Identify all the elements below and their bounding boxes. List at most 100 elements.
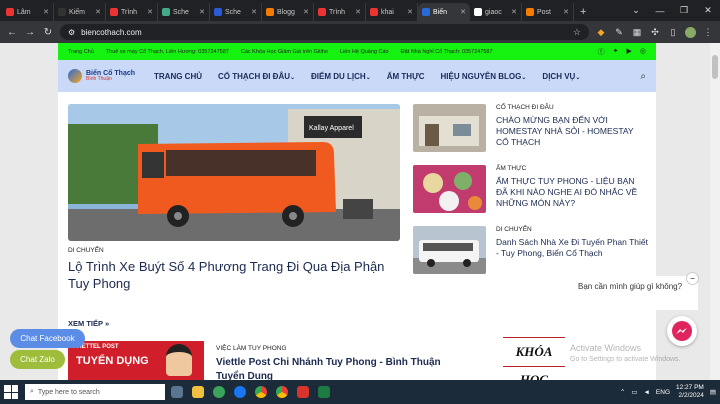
tab-favicon-icon	[266, 8, 274, 16]
side-post-title[interactable]: ẨM THỰC TUY PHONG - LIỆU BẠN ĐÃ KHI NÀO …	[496, 176, 648, 209]
menu-item-diem-du-lich[interactable]: ĐIỂM DU LỊCH⌄	[311, 72, 371, 81]
side-post[interactable]: ẨM THỰC ẨM THỰC TUY PHONG - LIỆU BẠN ĐÃ …	[413, 165, 648, 215]
side-post-category[interactable]: ẨM THỰC	[496, 165, 526, 172]
menu-item-dich-vu[interactable]: DỊCH VỤ⌄	[542, 72, 580, 81]
side-post-category[interactable]: DI CHUYỂN	[496, 226, 532, 233]
tab-search-icon[interactable]: ⌄	[624, 5, 648, 16]
site-info-icon[interactable]: ⚙	[68, 28, 75, 37]
reload-icon[interactable]: ↻	[42, 27, 54, 38]
tab-close-icon[interactable]: ✕	[199, 8, 205, 16]
tab-close-icon[interactable]: ✕	[460, 8, 466, 16]
side-post[interactable]: CỔ THẠCH ĐI ĐÂU CHÀO MỪNG BẠN ĐẾN VỚI HO…	[413, 104, 648, 154]
side-panel-icon[interactable]: ▯	[667, 26, 679, 38]
facebook-icon[interactable]: ⓕ	[598, 47, 605, 57]
chat-zalo-button[interactable]: Chat Zalo	[10, 350, 65, 369]
topbar-link-booking[interactable]: Đặt Nhà Nghỉ Cổ Thạch: 0357247587	[401, 49, 493, 55]
browser-tab[interactable]: Biến ✕	[418, 3, 470, 21]
tab-close-icon[interactable]: ✕	[407, 8, 413, 16]
forward-icon[interactable]: →	[24, 27, 36, 38]
hero-image[interactable]: Kallay Apparel	[68, 104, 400, 241]
browser-tab[interactable]: khai ✕	[366, 3, 418, 21]
extension-fox-icon[interactable]: ◆	[595, 26, 607, 38]
side-post[interactable]: DI CHUYỂN Danh Sách Nhà Xe Đi Tuyến Phan…	[413, 226, 648, 276]
side-post-thumbnail[interactable]	[413, 226, 486, 274]
app-red-icon[interactable]	[294, 383, 312, 401]
facebook-app-icon[interactable]	[231, 383, 249, 401]
bottom-post-title[interactable]: Viettle Post Chi Nhánh Tuy Phong - Bình …	[216, 356, 466, 380]
topbar-link-courses[interactable]: Các Khóa Học Giảm Giá trên Gitiho	[241, 49, 328, 55]
app-green-icon[interactable]	[210, 383, 228, 401]
menu-item-co-thach-di-dau[interactable]: CỔ THẠCH ĐI ĐÂU⌄	[218, 72, 295, 81]
close-window-icon[interactable]: ✕	[696, 5, 720, 16]
side-post-category[interactable]: CỔ THẠCH ĐI ĐÂU	[496, 104, 554, 111]
topbar-link-home[interactable]: Trang Chủ	[68, 49, 94, 55]
tab-close-icon[interactable]: ✕	[355, 8, 361, 16]
messenger-icon[interactable]	[667, 316, 697, 346]
windows-start-icon[interactable]	[4, 385, 18, 399]
hero-title[interactable]: Lộ Trình Xe Buýt Số 4 Phương Trang Đi Qu…	[68, 258, 398, 292]
hero-category[interactable]: DI CHUYỂN	[68, 247, 104, 254]
browser-menu-icon[interactable]: ⋮	[702, 26, 714, 38]
browser-tab[interactable]: Blogg ✕	[262, 3, 314, 21]
browser-tab[interactable]: Lâm ✕	[2, 3, 54, 21]
browser-tab[interactable]: Sche ✕	[210, 3, 262, 21]
tab-close-icon[interactable]: ✕	[563, 8, 569, 16]
scrollbar-thumb[interactable]	[712, 55, 718, 79]
site-logo[interactable]: Biển Cổ Thạch Bình Thuận	[68, 69, 154, 83]
back-icon[interactable]: ←	[6, 27, 18, 38]
page-scrollbar[interactable]	[710, 43, 720, 380]
language-indicator[interactable]: ENG	[656, 389, 670, 396]
browser-tab[interactable]: Post ✕	[522, 3, 574, 21]
notification-icon[interactable]: ▤	[710, 388, 716, 396]
browser-tab[interactable]: Trình ✕	[314, 3, 366, 21]
bookmark-star-icon[interactable]: ☆	[573, 27, 581, 38]
file-explorer-icon[interactable]	[189, 383, 207, 401]
excel-icon[interactable]	[315, 383, 333, 401]
tab-close-icon[interactable]: ✕	[147, 8, 153, 16]
topbar-link-motorbike[interactable]: Thuê xe máy Cổ Thạch, Liên Hương: 035724…	[106, 49, 229, 55]
browser-tab[interactable]: giaoc ✕	[470, 3, 522, 21]
taskbar-search-input[interactable]: ⌕ Type here to search	[25, 384, 165, 400]
new-tab-button[interactable]: +	[574, 3, 592, 21]
topbar-link-ads[interactable]: Liên Hệ Quảng Cáo	[340, 49, 389, 55]
khoa-hoc-banner[interactable]: KHÓA HỌC	[503, 337, 565, 380]
twitter-icon[interactable]: ✦	[613, 47, 619, 57]
menu-item-hieu-nguyen-blog[interactable]: HIỆU NGUYÊN BLOG⌄	[440, 72, 526, 81]
side-post-title[interactable]: CHÀO MỪNG BẠN ĐẾN VỚI HOMESTAY NHÀ SỎI -…	[496, 115, 648, 148]
tray-expand-icon[interactable]: ⌃	[620, 388, 625, 396]
chrome-icon[interactable]	[252, 383, 270, 401]
youtube-icon[interactable]: ▶	[627, 47, 632, 57]
clock[interactable]: 12:27 PM 2/2/2024	[676, 384, 704, 400]
search-icon[interactable]: ⌕	[640, 71, 646, 82]
extensions-puzzle-icon[interactable]: ✣	[649, 26, 661, 38]
bottom-post-thumbnail[interactable]: VIETTEL POST TUYỂN DỤNG	[68, 341, 204, 380]
extension-edit-icon[interactable]: ✎	[613, 26, 625, 38]
browser-tab[interactable]: Trình ✕	[106, 3, 158, 21]
read-more-link[interactable]: XEM TIẾP »	[68, 319, 109, 328]
browser-tab[interactable]: Sche ✕	[158, 3, 210, 21]
tab-close-icon[interactable]: ✕	[511, 8, 517, 16]
network-icon[interactable]: ▭	[631, 388, 637, 396]
extension-grid-icon[interactable]: ▦	[631, 26, 643, 38]
bottom-post-category[interactable]: VIỆC LÀM TUY PHONG	[216, 345, 287, 352]
browser-tab[interactable]: Kiếm ✕	[54, 3, 106, 21]
instagram-icon[interactable]: ◎	[640, 47, 646, 57]
side-post-thumbnail[interactable]	[413, 165, 486, 213]
camera-app-icon[interactable]	[168, 383, 186, 401]
address-bar[interactable]: ⚙ biencothach.com ☆	[60, 24, 589, 40]
tab-close-icon[interactable]: ✕	[303, 8, 309, 16]
maximize-icon[interactable]: ❐	[672, 5, 696, 16]
menu-item-home[interactable]: TRANG CHỦ	[154, 72, 202, 81]
side-post-title[interactable]: Danh Sách Nhà Xe Đi Tuyến Phan Thiết - T…	[496, 237, 648, 259]
chat-facebook-button[interactable]: Chat Facebook	[10, 329, 85, 348]
bubble-close-button[interactable]: −	[686, 272, 699, 285]
tab-close-icon[interactable]: ✕	[95, 8, 101, 16]
volume-icon[interactable]: ◄	[643, 389, 649, 396]
side-post-thumbnail[interactable]	[413, 104, 486, 152]
minimize-icon[interactable]: —	[648, 6, 672, 16]
tab-close-icon[interactable]: ✕	[251, 8, 257, 16]
chrome-icon-2[interactable]	[273, 383, 291, 401]
menu-item-am-thuc[interactable]: ẨM THỰC	[387, 72, 425, 81]
tab-close-icon[interactable]: ✕	[43, 8, 49, 16]
profile-avatar[interactable]	[685, 26, 696, 38]
